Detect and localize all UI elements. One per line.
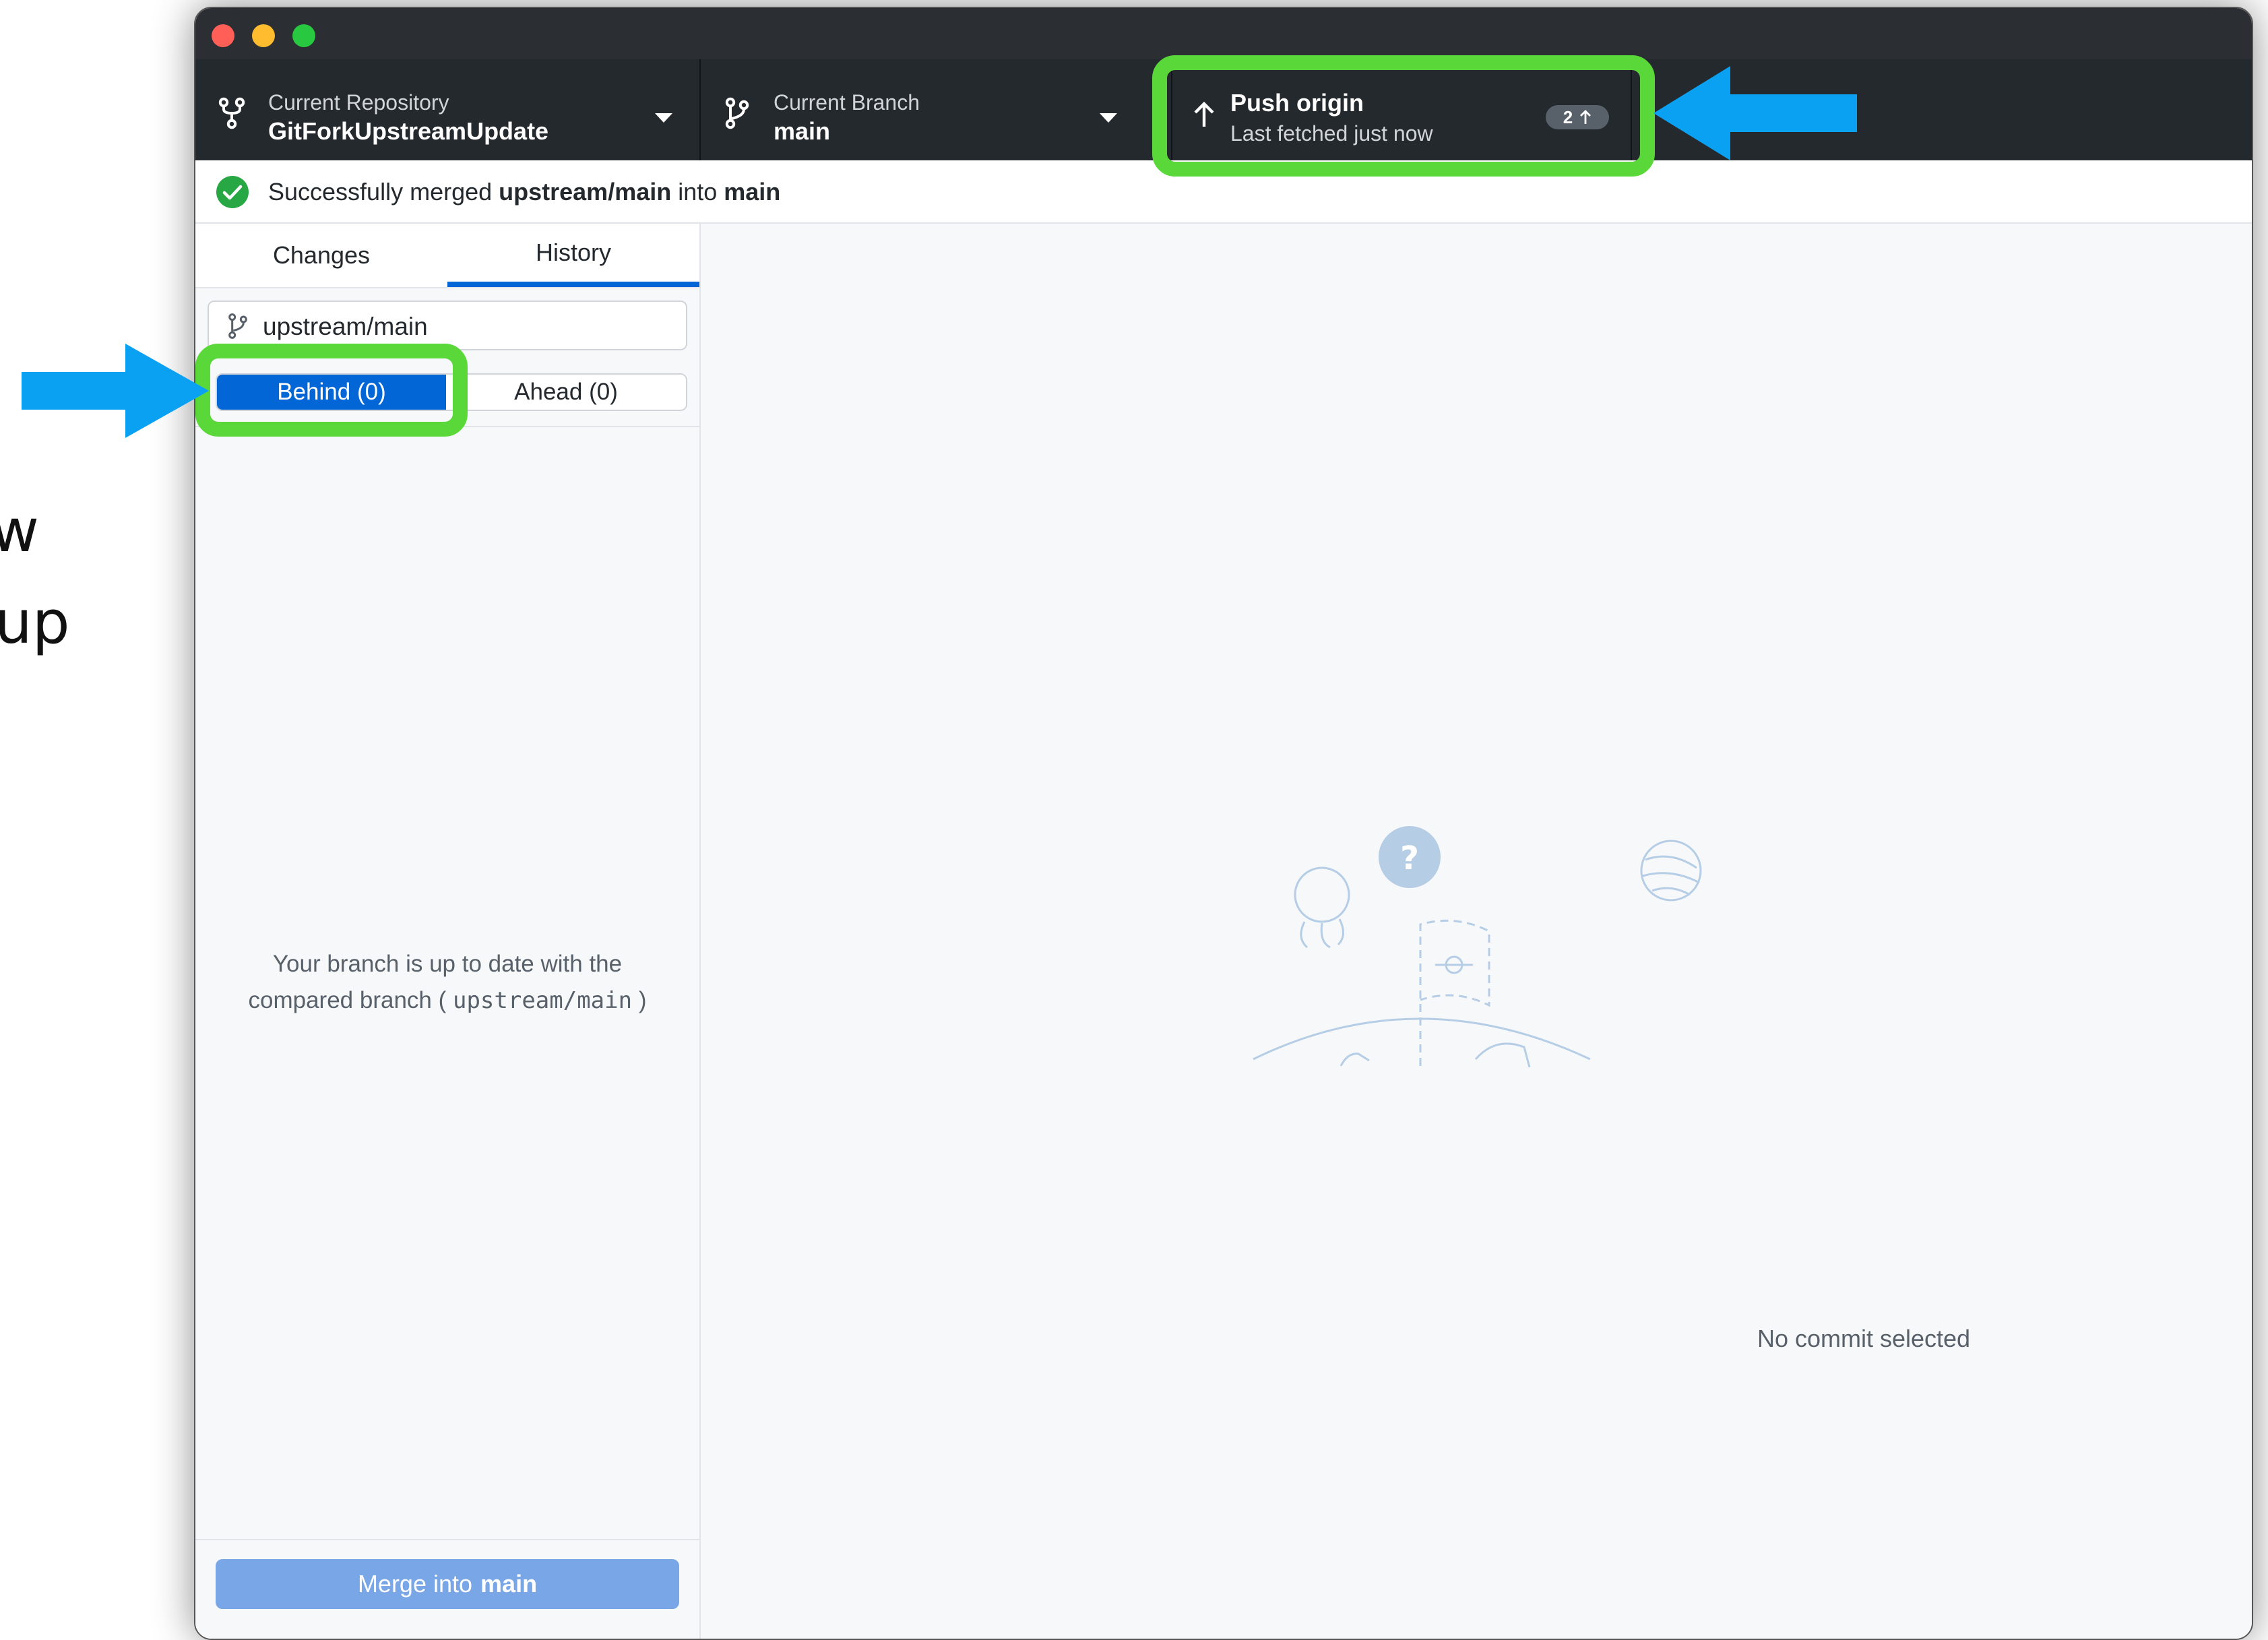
sidebar-tabs: Changes History	[195, 224, 699, 288]
slide-text-fragment-2: up	[0, 588, 70, 657]
ahead-button[interactable]: Ahead (0)	[446, 375, 686, 410]
merge-button-label: Merge into	[357, 1570, 473, 1598]
merge-button-branch: main	[480, 1570, 538, 1598]
banner-middle: into	[671, 178, 724, 206]
minimize-window-button[interactable]	[252, 24, 275, 47]
success-check-icon	[216, 176, 249, 208]
branch-icon	[725, 97, 749, 129]
merge-into-button[interactable]: Merge into main	[216, 1559, 679, 1609]
close-window-button[interactable]	[212, 24, 234, 47]
repository-label: Current Repository	[268, 90, 449, 115]
tab-history[interactable]: History	[447, 224, 699, 287]
arrow-pointing-left-icon	[1653, 66, 1857, 160]
compare-branch-field[interactable]	[208, 301, 687, 350]
branch-filter-icon	[228, 313, 247, 339]
push-origin-highlight	[1152, 55, 1655, 177]
up-to-date-line-1: Your branch is up to date with the	[272, 951, 623, 977]
message-prefix: compared branch (	[248, 987, 453, 1013]
message-suffix: )	[632, 987, 647, 1013]
branch-name: main	[774, 117, 831, 145]
zoom-window-button[interactable]	[292, 24, 315, 47]
repo-icon	[218, 97, 245, 129]
message-branch: upstream/main	[452, 987, 633, 1014]
branch-label: Current Branch	[774, 90, 920, 115]
banner-source-branch: upstream/main	[499, 178, 672, 206]
no-commit-selected-message: No commit selected	[1757, 1325, 1971, 1352]
up-to-date-message: Your branch is up to date with the compa…	[209, 946, 686, 1019]
arrow-pointing-right-icon	[22, 344, 209, 438]
banner-target-branch: main	[724, 178, 781, 206]
svg-text:?: ?	[1400, 840, 1419, 877]
slide-text-fragment-1: w	[0, 496, 39, 565]
title-bar	[195, 8, 2252, 59]
banner-prefix: Successfully merged	[268, 178, 499, 206]
current-branch-dropdown[interactable]: Current Branch main	[701, 59, 1171, 160]
merge-footer: Merge into main	[195, 1539, 699, 1639]
behind-button-highlight	[195, 344, 468, 437]
up-to-date-line-2: compared branch ( upstream/main )	[209, 982, 686, 1019]
tab-changes[interactable]: Changes	[195, 224, 447, 287]
app-window: Current Repository GitForkUpstreamUpdate…	[194, 7, 2253, 1640]
commit-detail-panel: ? No commit selected	[701, 224, 2252, 1639]
current-repository-dropdown[interactable]: Current Repository GitForkUpstreamUpdate	[195, 59, 699, 160]
banner-message: Successfully merged upstream/main into m…	[268, 178, 780, 206]
repository-name: GitForkUpstreamUpdate	[268, 117, 549, 145]
compare-branch-input[interactable]	[261, 310, 668, 344]
empty-state-illustration: ?	[1253, 826, 1702, 1068]
caret-down-icon	[1100, 113, 1117, 123]
caret-down-icon	[655, 113, 672, 123]
